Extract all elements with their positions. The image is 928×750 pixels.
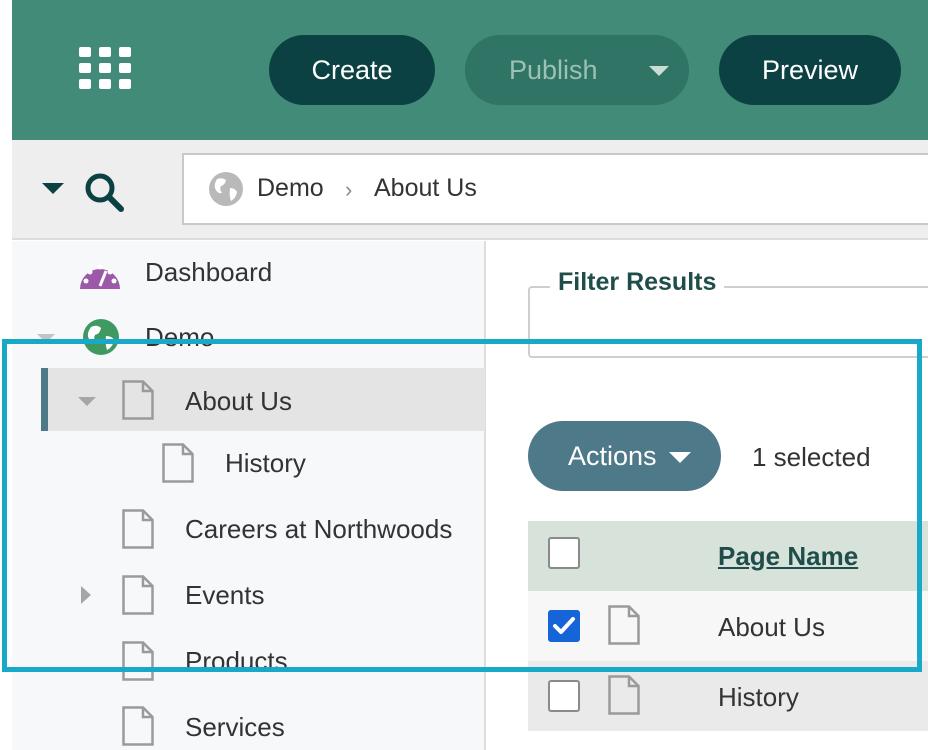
create-button[interactable]: Create <box>269 35 435 105</box>
collapse-caret-icon[interactable] <box>42 183 64 194</box>
row-checkbox-history[interactable] <box>548 680 580 712</box>
expand-events-caret-icon[interactable] <box>81 586 91 604</box>
sidebar-item-events[interactable]: Events <box>185 580 265 611</box>
chevron-down-icon[interactable] <box>649 66 669 76</box>
filter-results-legend: Filter Results <box>550 268 725 297</box>
page-icon <box>122 575 154 615</box>
preview-button[interactable]: Preview <box>719 35 901 105</box>
select-all-checkbox[interactable] <box>548 537 580 569</box>
page-icon <box>122 706 154 746</box>
search-icon[interactable] <box>82 170 126 214</box>
page-icon <box>122 509 154 549</box>
expand-demo-caret-icon[interactable] <box>37 334 55 343</box>
row-checkbox-about-us[interactable] <box>548 610 580 642</box>
publish-button[interactable]: Publish <box>465 35 689 105</box>
page-icon <box>608 675 640 715</box>
globe-icon <box>209 172 243 206</box>
sidebar-item-history[interactable]: History <box>225 448 306 479</box>
breadcrumb-separator: › <box>345 177 353 202</box>
cell-page-name: History <box>718 682 799 712</box>
page-icon <box>122 380 154 420</box>
globe-icon <box>83 319 119 355</box>
actions-button-label: Actions <box>568 440 657 471</box>
sidebar-item-demo[interactable]: Demo <box>145 322 214 353</box>
page-icon <box>122 641 154 681</box>
sidebar-item-services[interactable]: Services <box>185 712 285 743</box>
selected-count: 1 selected <box>752 442 871 472</box>
sidebar-item-about-us[interactable]: About Us <box>185 386 292 417</box>
collapse-about-us-caret-icon[interactable] <box>78 397 96 406</box>
apps-grid-icon[interactable] <box>79 47 131 89</box>
breadcrumb-item-demo[interactable]: Demo <box>257 174 324 203</box>
sidebar-item-dashboard[interactable]: Dashboard <box>145 257 272 288</box>
chevron-down-icon <box>669 452 691 463</box>
dashboard-gauge-icon <box>80 264 120 289</box>
sidebar-divider <box>484 241 486 750</box>
sidebar-item-products[interactable]: Products <box>185 646 288 677</box>
actions-button[interactable]: Actions <box>528 421 721 491</box>
column-header-page-name[interactable]: Page Name <box>718 541 858 572</box>
page-icon <box>162 443 194 483</box>
page-icon <box>608 605 640 645</box>
publish-button-label: Publish <box>509 54 598 85</box>
selected-indicator <box>41 368 48 431</box>
breadcrumb-item-about-us: About Us <box>374 174 477 202</box>
sidebar-item-careers[interactable]: Careers at Northwoods <box>185 514 452 545</box>
checkmark-icon <box>553 617 575 634</box>
cell-page-name: About Us <box>718 612 825 642</box>
